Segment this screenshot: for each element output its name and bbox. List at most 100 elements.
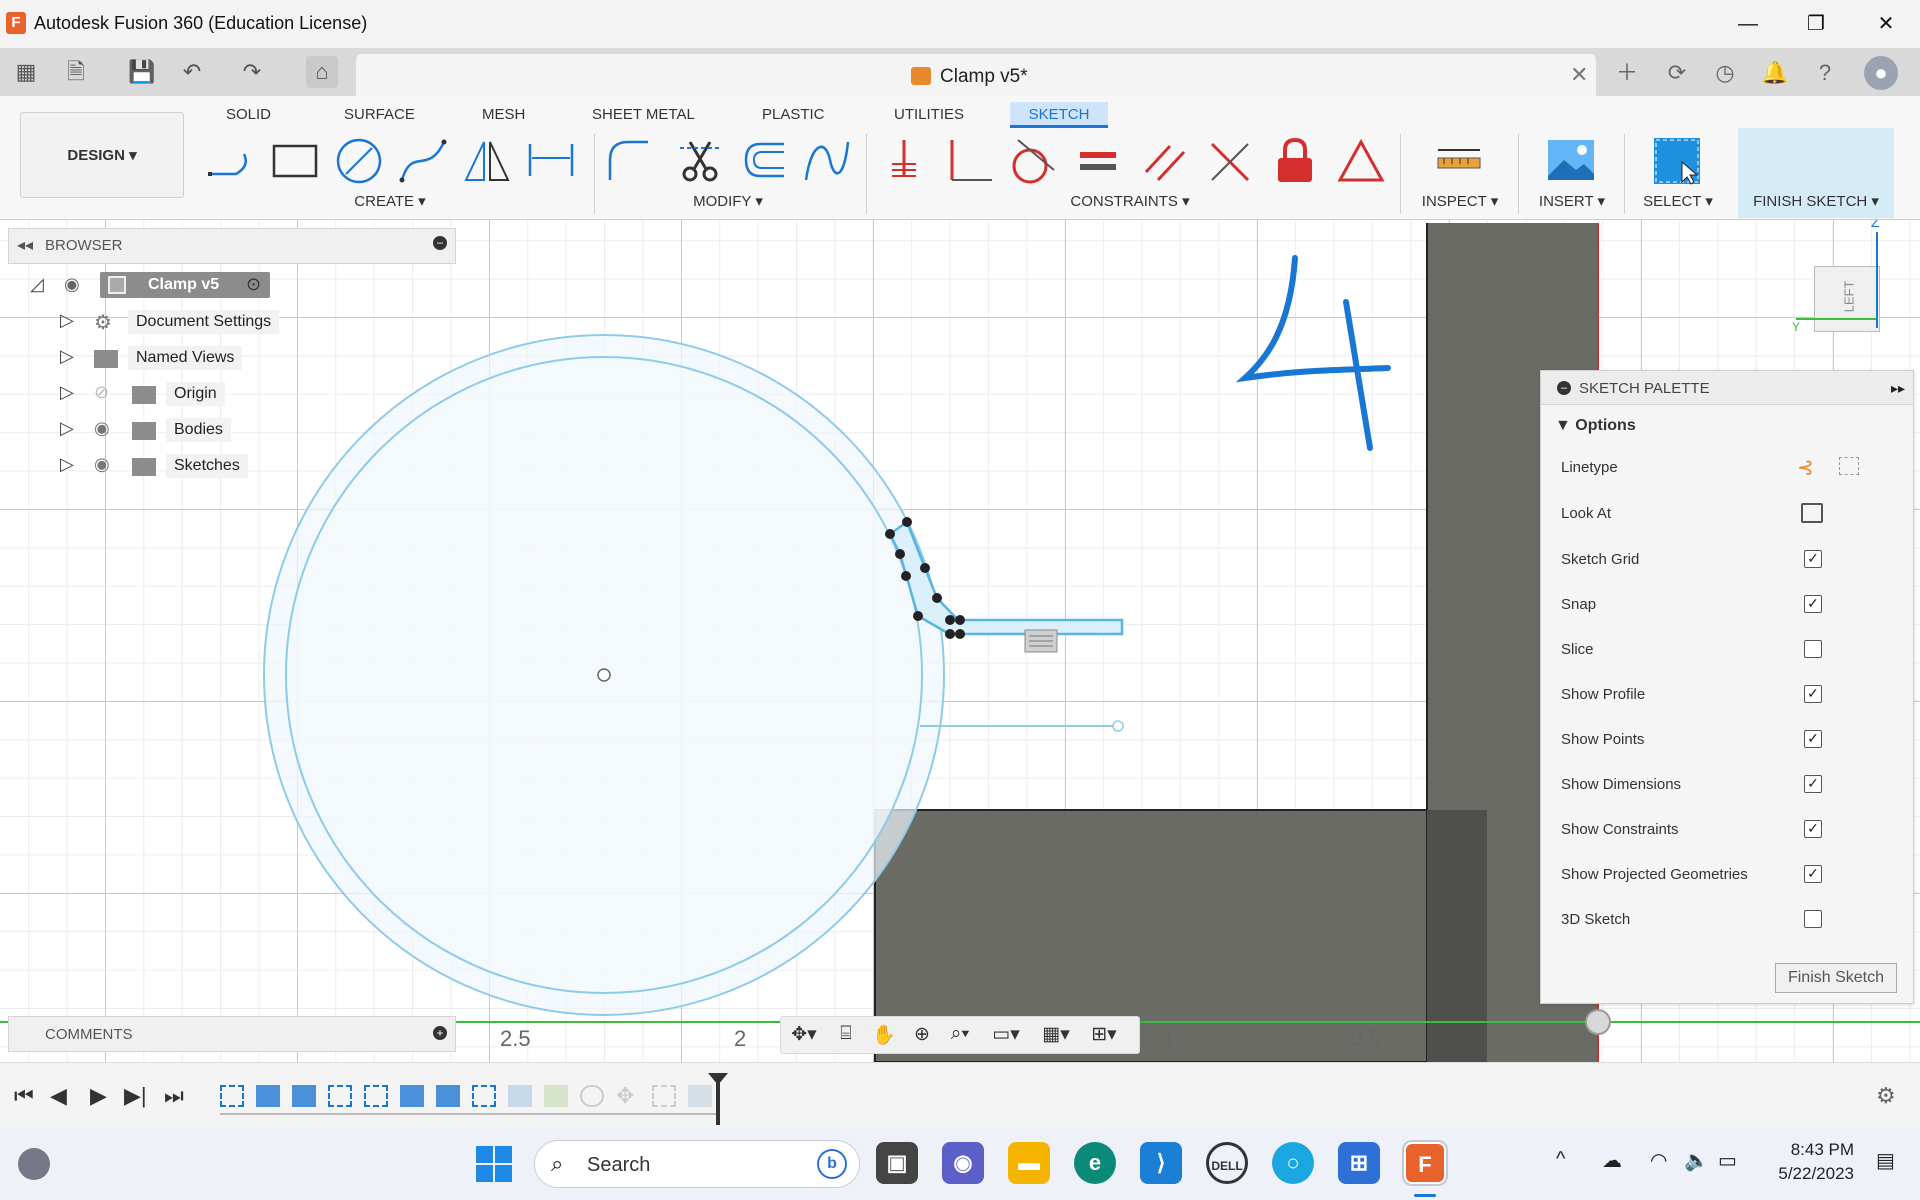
minimize-button[interactable]: — xyxy=(1718,8,1778,40)
timeline-feature-sketch-icon[interactable] xyxy=(472,1085,496,1107)
teams-icon[interactable]: ◉ xyxy=(942,1142,984,1184)
timeline-feature-sketch-icon[interactable] xyxy=(220,1085,244,1107)
palette-checkbox[interactable]: ✓ xyxy=(1804,865,1822,883)
tab-mesh[interactable]: MESH xyxy=(476,102,531,128)
tab-utilities[interactable]: UTILITIES xyxy=(888,102,970,128)
palette-checkbox[interactable]: ✓ xyxy=(1804,685,1822,703)
circle-icon[interactable] xyxy=(334,136,384,186)
display-settings-icon[interactable]: ▭▾ xyxy=(987,1023,1025,1049)
go-to-start-icon[interactable]: ⏮ xyxy=(14,1083,34,1109)
fix-constraint-lock-icon[interactable] xyxy=(1270,136,1320,186)
new-tab-icon[interactable]: ＋ xyxy=(1610,56,1644,90)
viewports-icon[interactable]: ⊞▾ xyxy=(1085,1023,1123,1049)
tab-sketch[interactable]: SKETCH xyxy=(1010,102,1108,128)
inspect-menu[interactable]: INSPECT ▾ xyxy=(1412,192,1508,210)
expand-caret-icon[interactable]: ▷ xyxy=(60,382,74,403)
timeline-feature-sketch-icon[interactable] xyxy=(364,1085,388,1107)
tab-solid[interactable]: SOLID xyxy=(220,102,277,128)
undo-icon[interactable]: ↶ xyxy=(176,56,208,88)
insert-image-icon[interactable] xyxy=(1546,136,1596,186)
look-at-nav-icon[interactable]: ⌸ xyxy=(827,1023,865,1049)
vscode-icon[interactable]: ⟩ xyxy=(1140,1142,1182,1184)
microsoft-store-icon[interactable]: ⊞ xyxy=(1338,1142,1380,1184)
document-tab[interactable]: Clamp v5* ✕ xyxy=(356,54,1596,96)
fillet-icon[interactable] xyxy=(604,136,654,186)
file-menu-icon[interactable]: 🗎 xyxy=(60,56,92,88)
tangent-constraint-icon[interactable] xyxy=(1008,136,1058,186)
visibility-eye-icon[interactable]: ◉ xyxy=(64,274,80,295)
construction-linetype-icon[interactable]: ⊰ xyxy=(1797,455,1814,480)
horizontal-vertical-constraint-icon[interactable] xyxy=(882,136,932,186)
mirror-icon[interactable] xyxy=(462,136,512,186)
taskbar-search[interactable]: ⌕ Search b xyxy=(534,1140,860,1188)
finish-sketch-menu[interactable]: FINISH SKETCH ▾ xyxy=(1738,192,1894,210)
tab-surface[interactable]: SURFACE xyxy=(338,102,421,128)
sketch-palette-header[interactable]: – SKETCH PALETTE ▸▸ xyxy=(1541,371,1913,405)
browser-item-origin[interactable]: ▷ ⊘ Origin xyxy=(60,382,300,412)
select-menu[interactable]: SELECT ▾ xyxy=(1636,192,1720,210)
expand-caret-icon[interactable]: ▷ xyxy=(60,310,74,331)
pan-hand-icon[interactable]: ✋ xyxy=(865,1023,903,1049)
parallel-constraint-icon[interactable] xyxy=(1140,136,1190,186)
browser-item-document-settings[interactable]: ▷ ⚙ Document Settings xyxy=(60,310,300,340)
expand-caret-icon[interactable]: ▷ xyxy=(60,418,74,439)
help-icon[interactable]: ? xyxy=(1808,56,1842,90)
palette-checkbox[interactable]: ✓ xyxy=(1804,730,1822,748)
browser-item-bodies[interactable]: ▷ ◉ Bodies xyxy=(60,418,300,448)
comments-panel[interactable]: COMMENTS + xyxy=(8,1016,456,1052)
app-grid-icon[interactable]: ▦ xyxy=(10,56,42,88)
sync-icon[interactable]: ⟳ xyxy=(1660,56,1694,90)
user-avatar[interactable]: ● xyxy=(1864,56,1898,90)
palette-checkbox[interactable] xyxy=(1804,910,1822,928)
timeline-feature-joint-icon[interactable] xyxy=(580,1085,604,1107)
trim-icon[interactable] xyxy=(676,136,726,186)
timeline-feature-move-icon[interactable]: ✥ xyxy=(616,1085,640,1107)
step-back-icon[interactable]: ◀ xyxy=(50,1083,67,1109)
timeline-feature-extrude-icon[interactable] xyxy=(256,1085,280,1107)
battery-icon[interactable]: ▭ xyxy=(1718,1148,1737,1173)
timeline-feature-extrude-icon[interactable] xyxy=(436,1085,460,1107)
onedrive-cloud-icon[interactable]: ☁ xyxy=(1602,1148,1622,1173)
timeline-settings-gear-icon[interactable]: ⚙ xyxy=(1876,1083,1896,1109)
centerline-linetype-icon[interactable] xyxy=(1839,457,1859,475)
home-icon[interactable]: ⌂ xyxy=(306,56,338,88)
hidden-eye-icon[interactable]: ⊘ xyxy=(94,382,109,403)
task-view-icon[interactable]: ▣ xyxy=(876,1142,918,1184)
coincident-constraint-icon[interactable] xyxy=(946,136,996,186)
viewcube[interactable]: LEFT xyxy=(1814,266,1880,332)
save-icon[interactable]: 💾 xyxy=(126,56,158,88)
rectangle-icon[interactable] xyxy=(270,136,320,186)
triangle-constraint-icon[interactable] xyxy=(1336,136,1386,186)
browser-item-sketches[interactable]: ▷ ◉ Sketches xyxy=(60,454,300,484)
palette-checkbox[interactable]: ✓ xyxy=(1804,775,1822,793)
collapse-browser-icon[interactable]: ◂◂ xyxy=(17,235,33,255)
alexa-icon[interactable]: ○ xyxy=(1272,1142,1314,1184)
tab-sheet-metal[interactable]: SHEET METAL xyxy=(586,102,701,128)
browser-item-named-views[interactable]: ▷ Named Views xyxy=(60,346,300,376)
go-to-end-icon[interactable]: ⏭ xyxy=(164,1083,184,1109)
bing-icon[interactable]: b xyxy=(817,1149,847,1179)
notifications-icon[interactable]: 🔔 xyxy=(1758,56,1792,90)
visibility-eye-icon[interactable]: ◉ xyxy=(94,418,110,439)
close-window-button[interactable]: ✕ xyxy=(1856,8,1916,40)
timeline-feature-extrude-icon[interactable] xyxy=(292,1085,316,1107)
play-icon[interactable]: ▶ xyxy=(90,1083,107,1109)
palette-checkbox[interactable]: ✓ xyxy=(1804,550,1822,568)
show-hidden-icons-icon[interactable]: ^ xyxy=(1556,1148,1565,1171)
perpendicular-constraint-icon[interactable] xyxy=(1206,136,1256,186)
file-explorer-icon[interactable]: ▬ xyxy=(1008,1142,1050,1184)
timeline-feature-extrude-icon[interactable] xyxy=(688,1085,712,1107)
select-icon[interactable] xyxy=(1652,136,1702,186)
fusion-taskbar-icon[interactable]: F xyxy=(1404,1142,1446,1184)
notification-center-icon[interactable]: ▤ xyxy=(1876,1148,1895,1173)
expand-palette-icon[interactable]: ▸▸ xyxy=(1891,380,1905,397)
insert-menu[interactable]: INSERT ▾ xyxy=(1530,192,1614,210)
dell-icon[interactable]: DELL xyxy=(1206,1142,1248,1184)
palette-checkbox[interactable]: ✓ xyxy=(1804,595,1822,613)
expand-caret-icon[interactable]: ◿ xyxy=(30,274,44,295)
spline-icon[interactable] xyxy=(398,136,448,186)
equal-constraint-icon[interactable] xyxy=(1074,136,1124,186)
create-menu[interactable]: CREATE ▾ xyxy=(340,192,440,210)
palette-minimize-icon[interactable]: – xyxy=(1557,381,1571,395)
palette-checkbox[interactable] xyxy=(1804,640,1822,658)
